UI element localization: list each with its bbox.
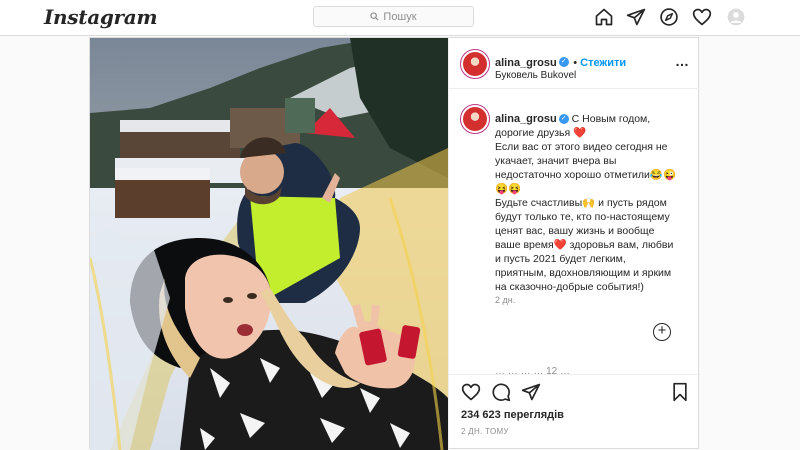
comment-avatar[interactable] [460, 104, 490, 134]
top-navigation-bar: Instagram Пошук [0, 0, 800, 36]
caption-line: недостаточно хорошо отметили😂😜 [495, 169, 677, 181]
caption-line: 😝😝 [495, 183, 522, 195]
post-header: alina_grosu ✓ • Стежити Буковель Bukovel … [449, 38, 700, 89]
caption-username[interactable]: alina_grosu [495, 113, 557, 125]
instagram-logo[interactable]: Instagram [44, 5, 158, 29]
caption-line: будут только те, кто по-настоящему [495, 211, 670, 223]
avatar[interactable] [460, 49, 490, 79]
follow-button[interactable]: Стежити [580, 57, 626, 69]
caption: alina_grosu ✓ С Новым годом, дорогие друз… [495, 112, 685, 294]
add-comment-icon[interactable]: + [653, 323, 671, 341]
caption-line: ваше время❤️ здоровья вам, любви [495, 239, 674, 251]
more-icon[interactable]: … [675, 54, 690, 68]
username[interactable]: alina_grosu [495, 57, 557, 69]
profile-icon[interactable] [726, 7, 746, 27]
caption-line: С Новым годом, [571, 113, 651, 125]
caption-line: ценят вас, вашу жизнь и вообще [495, 225, 655, 237]
explore-icon[interactable] [659, 7, 679, 27]
comment-timestamp: 2 дн. [495, 295, 516, 305]
post-sidebar: alina_grosu ✓ • Стежити Буковель Bukovel … [448, 38, 700, 450]
search-input[interactable]: Пошук [313, 6, 474, 27]
post-timestamp: 2 ДН. ТОМУ [461, 427, 509, 436]
post-card: alina_grosu ✓ • Стежити Буковель Bukovel … [89, 37, 700, 450]
caption-line: Если вас от этого видео сегодня не [495, 141, 668, 153]
verified-badge-icon: ✓ [558, 56, 569, 67]
share-icon[interactable] [521, 382, 541, 402]
caption-line: Будьте счастливы🙌 и пусть рядом [495, 197, 667, 209]
location-link[interactable]: Буковель Bukovel [495, 70, 576, 81]
direct-icon[interactable] [626, 7, 646, 27]
like-icon[interactable] [461, 382, 481, 402]
view-count[interactable]: 234 623 переглядів [461, 409, 564, 421]
caption-line: дорогие друзья ❤️ [495, 127, 587, 139]
verified-badge-icon: ✓ [558, 114, 569, 125]
action-bar: 234 623 переглядів 2 ДН. ТОМУ [449, 374, 700, 450]
heart-icon[interactable] [692, 7, 712, 27]
search-placeholder: Пошук [383, 10, 417, 23]
caption-line: приятным, вдохновляющим и ярким [495, 267, 672, 279]
post-photo[interactable] [90, 38, 448, 450]
caption-line: и пусть 2021 будет легким, [495, 253, 626, 265]
search-icon [370, 12, 379, 21]
save-icon[interactable] [670, 382, 690, 402]
caption-line: на сказочно-добрые события!) [495, 281, 644, 293]
home-icon[interactable] [594, 7, 614, 27]
comment-icon[interactable] [491, 382, 511, 402]
caption-line: укачает, значит вчера вы [495, 155, 617, 167]
